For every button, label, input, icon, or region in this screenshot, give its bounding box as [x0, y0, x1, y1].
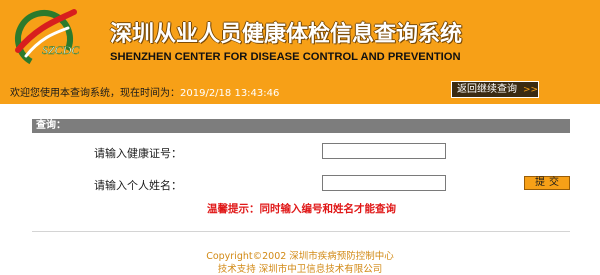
page-title: 深圳从业人员健康体检信息查询系统 — [110, 22, 463, 47]
health-cert-label: 请输入健康证号： — [94, 147, 182, 160]
current-time: 2019/2/18 13:43:46 — [180, 88, 280, 99]
submit-button[interactable]: 提交 — [524, 176, 570, 190]
footer-copyright: Copyright©2002 深圳市疾病预防控制中心 — [206, 251, 394, 262]
site-header: SZCDC 深圳从业人员健康体检信息查询系统 SHENZHEN CENTER F… — [0, 0, 600, 104]
tip-text: 温馨提示：同时输入编号和姓名才能查询 — [207, 203, 396, 215]
double-chevron-right-icon: >> — [523, 85, 539, 95]
footer-support: 技术支持 深圳市中卫信息技术有限公司 — [217, 264, 383, 275]
page-subtitle: SHENZHEN CENTER FOR DISEASE CONTROL AND … — [110, 51, 461, 63]
back-to-query-label: 返回继续查询 — [457, 84, 517, 95]
szcdc-logo: SZCDC — [15, 9, 81, 68]
welcome-text: 欢迎您使用本查询系统，现在时间为：2019/2/18 13:43:46 — [10, 84, 279, 99]
name-input[interactable] — [322, 175, 446, 191]
svg-text:SZCDC: SZCDC — [42, 43, 80, 57]
welcome-prefix: 欢迎您使用本查询系统，现在时间为： — [10, 88, 180, 99]
health-cert-input[interactable] — [322, 143, 446, 159]
query-panel-heading: 查询： — [32, 119, 570, 133]
name-label: 请输入个人姓名： — [94, 179, 182, 192]
divider — [32, 231, 570, 232]
back-to-query-button[interactable]: 返回继续查询 >> — [451, 81, 539, 98]
